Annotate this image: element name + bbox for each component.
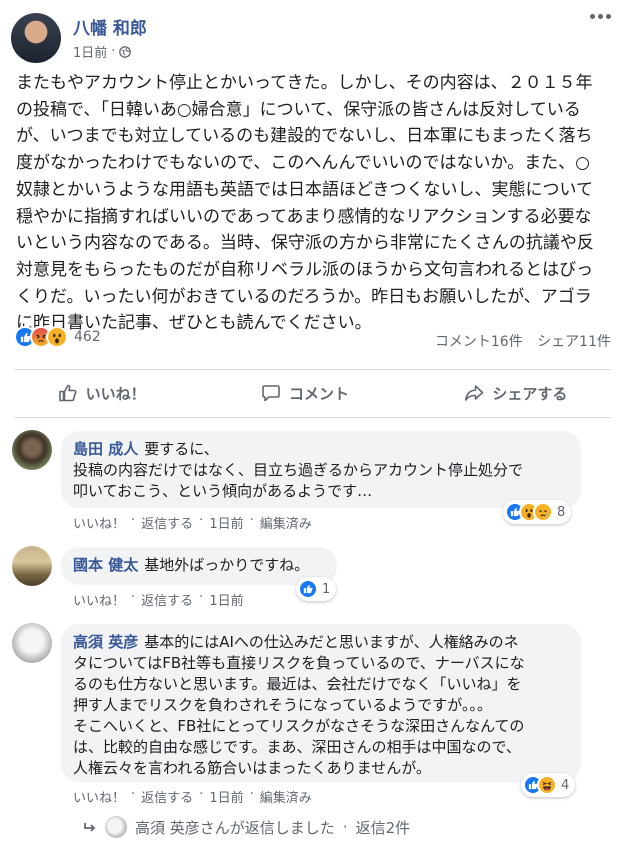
- comment-reaction-count: 1: [322, 581, 331, 597]
- commenter-name[interactable]: 島田 成人: [73, 440, 138, 458]
- comment-button-label: コメント: [288, 384, 349, 403]
- post-text: またもやアカウント停止とかいってきた。しかし、その内容は、２０１５年 の投稿で、…: [16, 73, 594, 334]
- reply-summary-text: 高須 英彦さんが返信しました: [135, 818, 335, 837]
- more-options-icon[interactable]: [590, 14, 611, 19]
- like-button[interactable]: いいね！: [58, 373, 146, 413]
- commenter-avatar[interactable]: [12, 430, 52, 470]
- comment-meta: いいね！ · 返信する · 1日前 · 編集済み: [73, 787, 312, 806]
- reply-author-avatar: [105, 816, 127, 838]
- post-stats: コメント16件 シェア11件: [435, 331, 611, 351]
- author-name[interactable]: 八幡 和郎: [73, 14, 147, 39]
- shares-count[interactable]: シェア11件: [537, 334, 611, 350]
- facebook-post: 八幡 和郎 1日前 · またもやアカウント停止とかいってきた。しかし、その内容は…: [0, 0, 625, 856]
- sad-reaction-icon: [533, 502, 553, 522]
- comment-meta: いいね！ · 返信する · 1日前: [73, 590, 244, 609]
- thumbs-up-icon: [58, 384, 77, 402]
- comment-like-link[interactable]: いいね！: [73, 590, 125, 609]
- share-icon: [465, 385, 484, 401]
- comment-edited-label[interactable]: 編集済み: [260, 513, 312, 532]
- comments-count[interactable]: コメント16件: [435, 334, 523, 350]
- comment-reaction-badge[interactable]: 8: [503, 500, 572, 524]
- comment-text: 基本的にはAIへの仕込みだと思いますが、人権絡みのネ タについてはFB社等も直接…: [73, 633, 525, 777]
- divider: [14, 369, 611, 370]
- divider: [14, 417, 611, 418]
- comment-reply-link[interactable]: 返信する: [141, 590, 193, 609]
- reply-separator: ·: [342, 818, 348, 836]
- comment-bubble: 高須 英彦 基本的にはAIへの仕込みだと思いますが、人権絡みのネ タについてはFB…: [61, 624, 581, 782]
- author-avatar[interactable]: [11, 13, 61, 63]
- comment-button[interactable]: コメント: [261, 373, 349, 413]
- comment-bubble: 島田 成人 要するに、 投稿の内容だけではなく、目立ち過ぎるからアカウント停止処分…: [61, 431, 581, 508]
- view-replies-link[interactable]: 高須 英彦さんが返信しました · 返信2件: [83, 816, 410, 838]
- comment-reaction-badge[interactable]: 1: [296, 577, 337, 601]
- comment-reply-link[interactable]: 返信する: [141, 513, 193, 532]
- reply-arrow-icon: [84, 823, 96, 832]
- reply-count: 返信2件: [355, 818, 411, 837]
- comment-time[interactable]: 1日前: [209, 787, 243, 806]
- comment-text: 基地外ばっかりですね。: [144, 556, 310, 574]
- wow-reaction-icon: [46, 326, 68, 348]
- comment-like-link[interactable]: いいね！: [73, 787, 125, 806]
- comment-reaction-count: 8: [557, 504, 566, 520]
- comment-reaction-badge[interactable]: 4: [521, 773, 576, 797]
- comment-reply-link[interactable]: 返信する: [141, 787, 193, 806]
- reaction-summary[interactable]: 462: [14, 326, 101, 348]
- post-meta: 1日前 ·: [73, 42, 132, 61]
- commenter-avatar[interactable]: [12, 546, 52, 586]
- comment-time[interactable]: 1日前: [209, 513, 243, 532]
- commenter-name[interactable]: 國本 健太: [73, 556, 138, 574]
- comment-bubble: 國本 健太 基地外ばっかりですね。: [61, 547, 337, 585]
- comment-text: 要するに、 投稿の内容だけではなく、目立ち過ぎるからアカウント停止処分で 叩いて…: [73, 440, 524, 500]
- reaction-count: 462: [74, 329, 101, 345]
- post-time[interactable]: 1日前: [73, 42, 107, 61]
- comment-like-link[interactable]: いいね！: [73, 513, 125, 532]
- comment-meta: いいね！ · 返信する · 1日前 · 編集済み: [73, 513, 312, 532]
- haha-reaction-icon: [537, 775, 557, 795]
- share-button-label: シェアする: [492, 384, 568, 403]
- commenter-avatar[interactable]: [12, 623, 52, 663]
- globe-icon: [119, 45, 132, 58]
- commenter-name[interactable]: 高須 英彦: [73, 633, 138, 651]
- like-reaction-icon: [298, 579, 318, 599]
- like-button-label: いいね！: [85, 384, 146, 403]
- comment-edited-label[interactable]: 編集済み: [260, 787, 312, 806]
- meta-separator: ·: [111, 44, 116, 59]
- comment-reaction-count: 4: [561, 777, 570, 793]
- share-button[interactable]: シェアする: [464, 373, 567, 413]
- comment-icon: [262, 385, 280, 402]
- action-bar: いいね！ コメント シェアする: [0, 373, 625, 413]
- comment-time[interactable]: 1日前: [209, 590, 243, 609]
